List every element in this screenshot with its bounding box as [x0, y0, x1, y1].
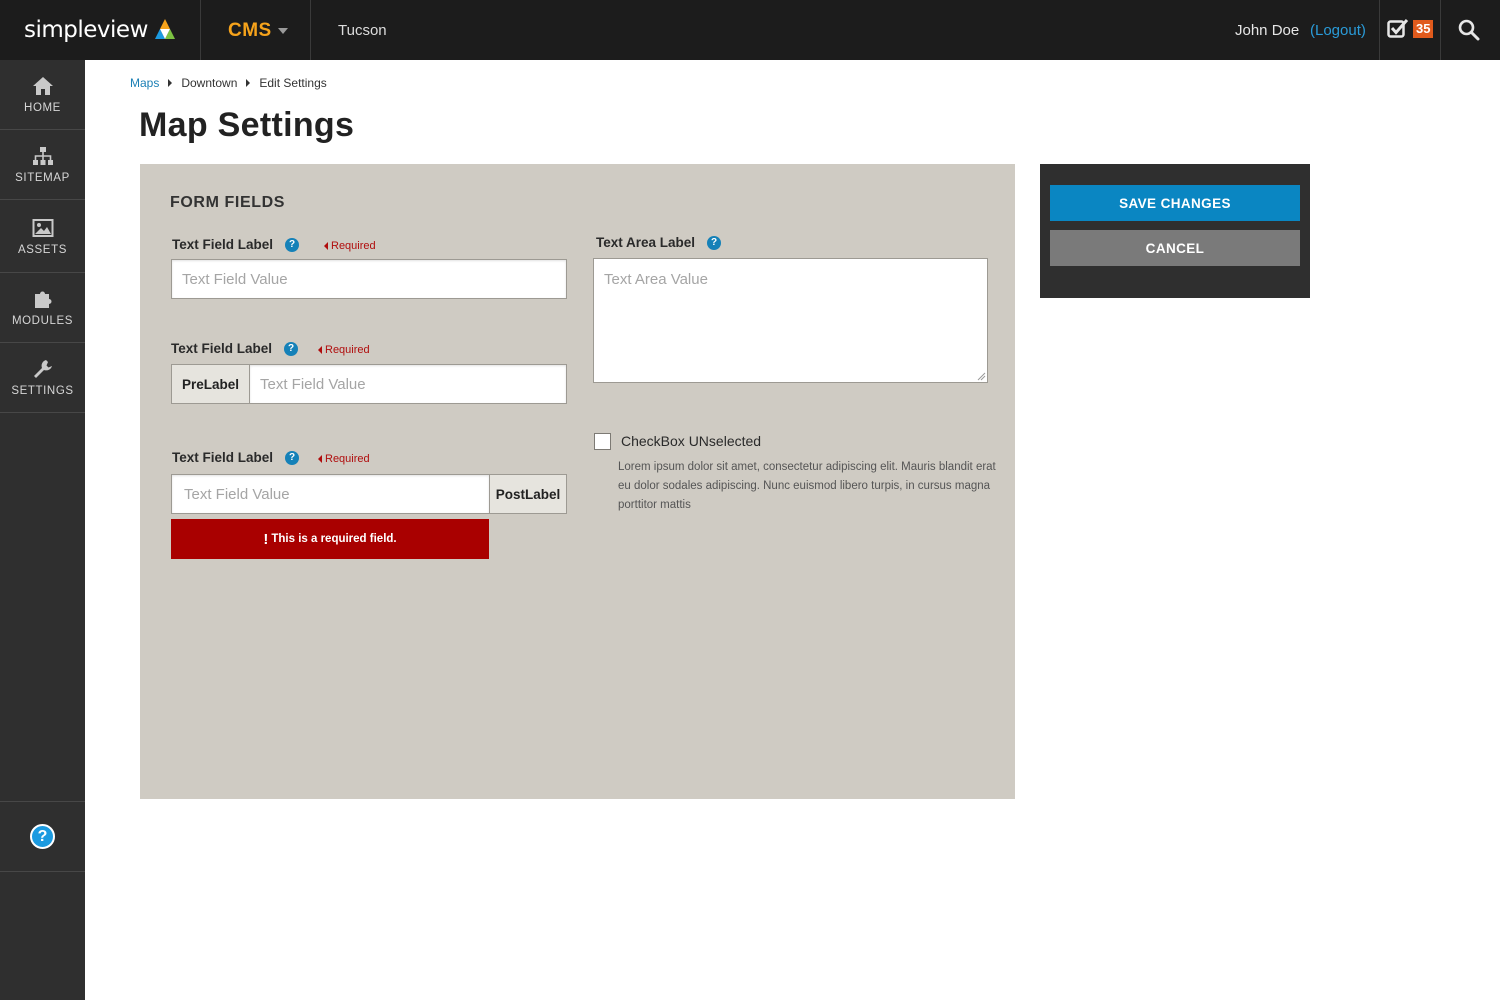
breadcrumb-downtown[interactable]: Downtown	[181, 76, 237, 90]
top-bar: simpleview CMS Tucson John Doe (Logout) …	[0, 0, 1500, 60]
breadcrumb-arrow-icon	[168, 79, 173, 87]
sidebar-item-settings[interactable]: SETTINGS	[0, 343, 85, 413]
field2-label: Text Field Label ?	[171, 341, 299, 356]
required-indicator: Required	[324, 240, 376, 252]
logo-text: simpleview	[24, 17, 148, 43]
simpleview-logo[interactable]: simpleview	[24, 14, 180, 46]
sidebar-item-home[interactable]: HOME	[0, 60, 85, 130]
error-message: ! This is a required field.	[171, 519, 489, 559]
text-area[interactable]	[593, 258, 988, 383]
field-label-text: Text Field Label	[172, 237, 274, 252]
postlabel-addon: PostLabel	[489, 474, 567, 514]
alert-icon: !	[263, 530, 269, 548]
breadcrumb-maps[interactable]: Maps	[130, 76, 159, 90]
sidebar: HOME SITEMAP ASSETS MODULES SETTINGS ?	[0, 60, 85, 1000]
cancel-button[interactable]: CANCEL	[1050, 230, 1300, 266]
text-field-2[interactable]	[249, 364, 567, 404]
sidebar-item-label: MODULES	[11, 315, 74, 327]
checklist-icon	[1387, 19, 1409, 38]
home-icon	[32, 77, 53, 95]
required-text: Required	[325, 344, 370, 356]
required-indicator: Required	[318, 453, 370, 465]
logout-link[interactable]: (Logout)	[1310, 22, 1366, 39]
breadcrumb: Maps Downtown Edit Settings	[130, 76, 327, 90]
error-text: This is a required field.	[271, 533, 397, 545]
sidebar-item-assets[interactable]: ASSETS	[0, 200, 85, 273]
field3-label: Text Field Label ?	[172, 450, 300, 465]
help-icon[interactable]: ?	[707, 235, 722, 250]
help-icon[interactable]: ?	[30, 824, 55, 849]
action-panel: SAVE CHANGES CANCEL	[1040, 164, 1310, 298]
puzzle-icon	[34, 291, 51, 308]
help-section: ?	[0, 801, 85, 872]
caret-left-icon	[318, 455, 322, 463]
field-label-text: Text Area Label	[596, 235, 696, 250]
section-title: FORM FIELDS	[170, 194, 286, 211]
sidebar-item-label: ASSETS	[18, 243, 67, 256]
page-title: Map Settings	[139, 106, 355, 144]
required-text: Required	[325, 453, 370, 465]
text-field-3[interactable]	[171, 474, 490, 514]
field1-label: Text Field Label ?	[172, 237, 300, 252]
caret-left-icon	[324, 242, 328, 250]
help-icon[interactable]: ?	[285, 450, 300, 465]
required-indicator: Required	[318, 344, 370, 356]
user-name: John Doe	[1235, 22, 1300, 39]
sidebar-item-modules[interactable]: MODULES	[0, 273, 85, 343]
breadcrumb-current: Edit Settings	[259, 76, 327, 90]
divider	[1379, 0, 1380, 60]
divider	[1440, 0, 1441, 60]
prelabel-addon: PreLabel	[171, 364, 250, 404]
search-icon[interactable]	[1458, 19, 1480, 41]
sidebar-item-label: SETTINGS	[11, 385, 74, 397]
save-changes-button[interactable]: SAVE CHANGES	[1050, 185, 1300, 221]
resize-handle-icon[interactable]	[976, 371, 986, 381]
image-icon	[32, 218, 53, 237]
sidebar-item-label: HOME	[24, 102, 61, 114]
chevron-down-icon	[277, 28, 288, 34]
checkbox-label[interactable]: CheckBox UNselected	[621, 433, 761, 449]
form-panel: FORM FIELDS Text Field Label ? Required …	[140, 164, 1015, 799]
sitemap-icon	[32, 147, 53, 165]
divider	[200, 0, 201, 60]
checkbox-description: Lorem ipsum dolor sit amet, consectetur …	[618, 461, 996, 511]
wrench-icon	[33, 360, 52, 378]
required-text: Required	[331, 240, 376, 252]
textarea-label: Text Area Label ?	[596, 235, 722, 250]
divider	[310, 0, 311, 60]
sidebar-item-label: SITEMAP	[15, 172, 70, 184]
help-icon[interactable]: ?	[285, 237, 300, 252]
help-icon[interactable]: ?	[284, 341, 299, 356]
site-name: Tucson	[338, 22, 387, 39]
sidebar-item-sitemap[interactable]: SITEMAP	[0, 130, 85, 200]
caret-left-icon	[318, 346, 322, 354]
checkbox[interactable]	[594, 433, 611, 450]
field-label-text: Text Field Label	[171, 341, 273, 356]
logo-mark-icon	[154, 19, 175, 39]
cms-menu[interactable]: CMS	[228, 20, 288, 42]
field-label-text: Text Field Label	[172, 450, 274, 465]
breadcrumb-arrow-icon	[246, 79, 251, 87]
cms-label: CMS	[228, 20, 272, 41]
task-count-badge: 35	[1413, 20, 1434, 38]
tasks-button[interactable]: 35	[1387, 18, 1434, 40]
text-field-1[interactable]	[171, 259, 567, 299]
